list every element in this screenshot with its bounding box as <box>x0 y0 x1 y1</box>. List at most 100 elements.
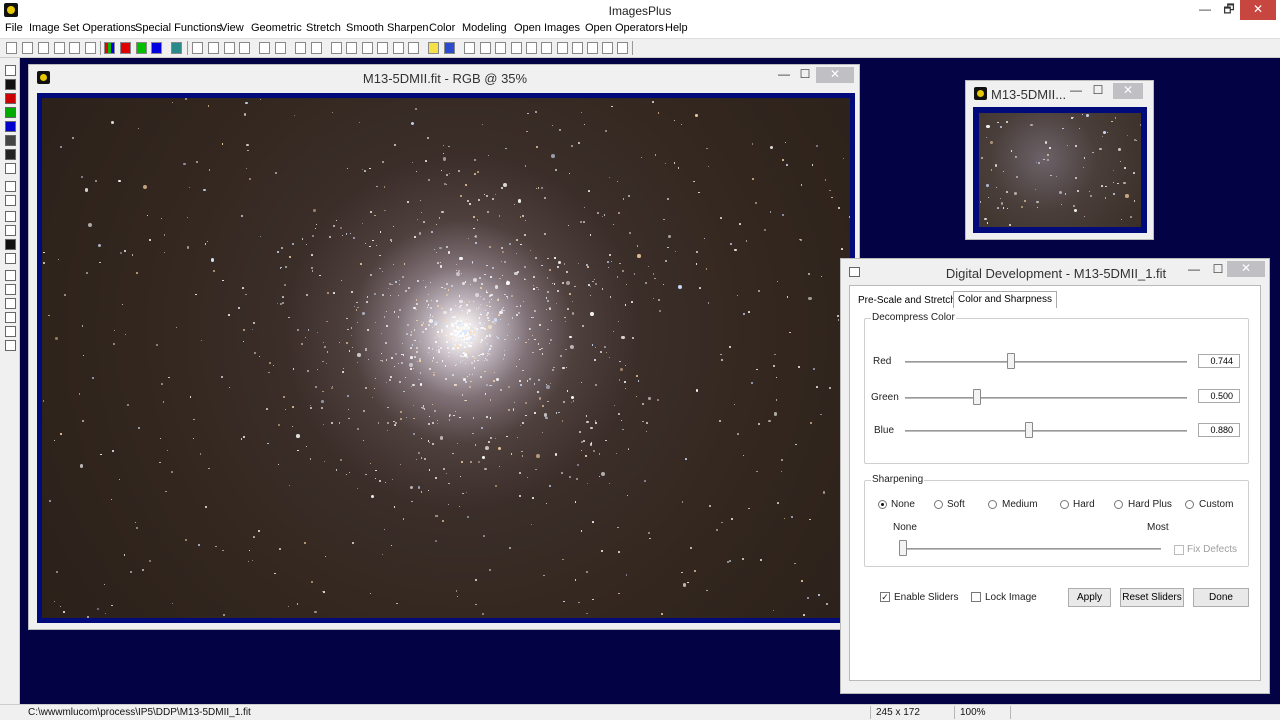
new-file-icon[interactable] <box>6 42 17 54</box>
thumbnail-close-button[interactable]: ✕ <box>1113 83 1143 99</box>
star-cluster-image[interactable] <box>42 98 850 618</box>
line-icon[interactable] <box>295 42 306 54</box>
red-channel-icon[interactable] <box>120 42 131 54</box>
close-image-icon[interactable] <box>54 42 65 54</box>
thumbnail-image[interactable] <box>979 113 1141 227</box>
rgb-icon[interactable] <box>104 42 115 54</box>
rotate-right-icon[interactable] <box>5 326 16 337</box>
done-button[interactable]: Done <box>1193 588 1249 607</box>
thumbnail-window-icon[interactable] <box>974 87 987 100</box>
blue-fill-icon[interactable] <box>5 121 16 132</box>
point-red-icon[interactable] <box>275 42 286 54</box>
tab-color-and-sharpness[interactable]: Color and Sharpness <box>953 291 1057 308</box>
menu-geometric[interactable]: Geometric <box>251 22 302 34</box>
image-window-title-bar[interactable]: M13-5DMII.fit - RGB @ 35% — ☐ ✕ <box>29 65 859 89</box>
blue-value-field[interactable]: 0.880 <box>1198 423 1240 437</box>
window-tiny-icon[interactable] <box>617 42 628 54</box>
menu-image-set-operations[interactable]: Image Set Operations <box>29 22 136 34</box>
zoom-actual-icon[interactable] <box>511 42 522 54</box>
window-small-icon[interactable] <box>602 42 613 54</box>
sharpen-medium-radio[interactable] <box>988 500 997 509</box>
red-slider-thumb[interactable] <box>1007 353 1015 369</box>
dialog-minimize-button[interactable]: — <box>1181 262 1207 278</box>
sharpen-none-radio[interactable] <box>878 500 887 509</box>
undo-icon[interactable] <box>192 42 203 54</box>
menu-modeling[interactable]: Modeling <box>462 22 507 34</box>
menu-color[interactable]: Color <box>429 22 455 34</box>
red-fill-icon[interactable] <box>5 93 16 104</box>
sharpen-soft-radio[interactable] <box>934 500 943 509</box>
move-icon[interactable] <box>5 270 16 281</box>
image-info-icon[interactable] <box>393 42 404 54</box>
save-icon[interactable] <box>38 42 49 54</box>
sharpening-slider-track[interactable] <box>899 548 1161 550</box>
curves-icon[interactable] <box>346 42 357 54</box>
dialog-title-bar[interactable]: Digital Development - M13-5DMII_1.fit — … <box>841 259 1269 283</box>
shrink-icon[interactable] <box>541 42 552 54</box>
blue-slider-thumb[interactable] <box>1025 422 1033 438</box>
menu-smooth-sharpen[interactable]: Smooth Sharpen <box>346 22 429 34</box>
zoom-fit-icon[interactable] <box>495 42 506 54</box>
redo-icon[interactable] <box>208 42 219 54</box>
apply-button[interactable]: Apply <box>1068 588 1111 607</box>
green-channel-icon[interactable] <box>136 42 147 54</box>
sharpen-custom-radio[interactable] <box>1185 500 1194 509</box>
green-slider-thumb[interactable] <box>973 389 981 405</box>
rotate-left-icon[interactable] <box>5 312 16 323</box>
green-value-field[interactable]: 0.500 <box>1198 389 1240 403</box>
arrow-right-icon[interactable] <box>5 298 16 309</box>
blue-channel-icon[interactable] <box>151 42 162 54</box>
tab-pre-scale-and-stretch[interactable]: Pre-Scale and Stretch <box>854 293 960 310</box>
expand-icon[interactable] <box>526 42 537 54</box>
gamma-icon[interactable] <box>5 181 16 192</box>
thumbnail-window-title-bar[interactable]: M13-5DMII... — ☐ ✕ <box>966 81 1153 105</box>
histogram-icon[interactable] <box>311 42 322 54</box>
close-all-icon[interactable] <box>69 42 80 54</box>
mask-icon[interactable] <box>5 163 16 174</box>
zoom-in-icon[interactable] <box>464 42 475 54</box>
point-icon[interactable] <box>259 42 270 54</box>
menu-open-operators[interactable]: Open Operators <box>585 22 664 34</box>
image-window-maximize-button[interactable]: ☐ <box>792 67 818 83</box>
menu-special-functions[interactable]: Special Functions <box>135 22 222 34</box>
black-fill-icon[interactable] <box>5 79 16 90</box>
menu-stretch[interactable]: Stretch <box>306 22 341 34</box>
zoom-out-icon[interactable] <box>480 42 491 54</box>
menu-view[interactable]: View <box>220 22 244 34</box>
crop-icon[interactable] <box>377 42 388 54</box>
window-cascade-icon[interactable] <box>587 42 598 54</box>
red-value-field[interactable]: 0.744 <box>1198 354 1240 368</box>
open-folder-icon[interactable] <box>22 42 33 54</box>
menu-help[interactable]: Help <box>665 22 688 34</box>
levels-icon[interactable] <box>331 42 342 54</box>
invert-icon[interactable] <box>5 239 16 250</box>
blue-slider-track[interactable] <box>905 430 1187 432</box>
region-icon[interactable] <box>5 253 16 264</box>
flip-icon[interactable] <box>5 340 16 351</box>
dialog-close-button[interactable]: ✕ <box>1227 261 1265 277</box>
camera-icon[interactable] <box>408 42 419 54</box>
enable-sliders-checkbox[interactable]: ✓ <box>880 592 890 602</box>
pencil-icon[interactable] <box>428 42 439 54</box>
menu-file[interactable]: File <box>5 22 23 34</box>
print-icon[interactable] <box>85 42 96 54</box>
dark-fill-icon[interactable] <box>5 149 16 160</box>
lock-image-checkbox[interactable] <box>971 592 981 602</box>
palette-icon[interactable] <box>444 42 455 54</box>
fix-defects-checkbox[interactable] <box>1174 545 1184 555</box>
crosshair-icon[interactable] <box>362 42 373 54</box>
sharpen-hard-radio[interactable] <box>1060 500 1069 509</box>
image-window-close-button[interactable]: ✕ <box>816 67 854 83</box>
arrow-up-icon[interactable] <box>5 284 16 295</box>
select-icon[interactable] <box>5 211 16 222</box>
green-fill-icon[interactable] <box>5 107 16 118</box>
close-button[interactable]: ✕ <box>1240 0 1276 20</box>
window-tile-icon[interactable] <box>572 42 583 54</box>
brush-icon[interactable] <box>5 195 16 206</box>
redo-all-icon[interactable] <box>239 42 250 54</box>
menu-open-images[interactable]: Open Images <box>514 22 580 34</box>
green-slider-track[interactable] <box>905 397 1187 399</box>
thumbnail-maximize-button[interactable]: ☐ <box>1085 83 1111 99</box>
sharpening-slider-thumb[interactable] <box>899 540 907 556</box>
sharpen-hard-plus-radio[interactable] <box>1114 500 1123 509</box>
